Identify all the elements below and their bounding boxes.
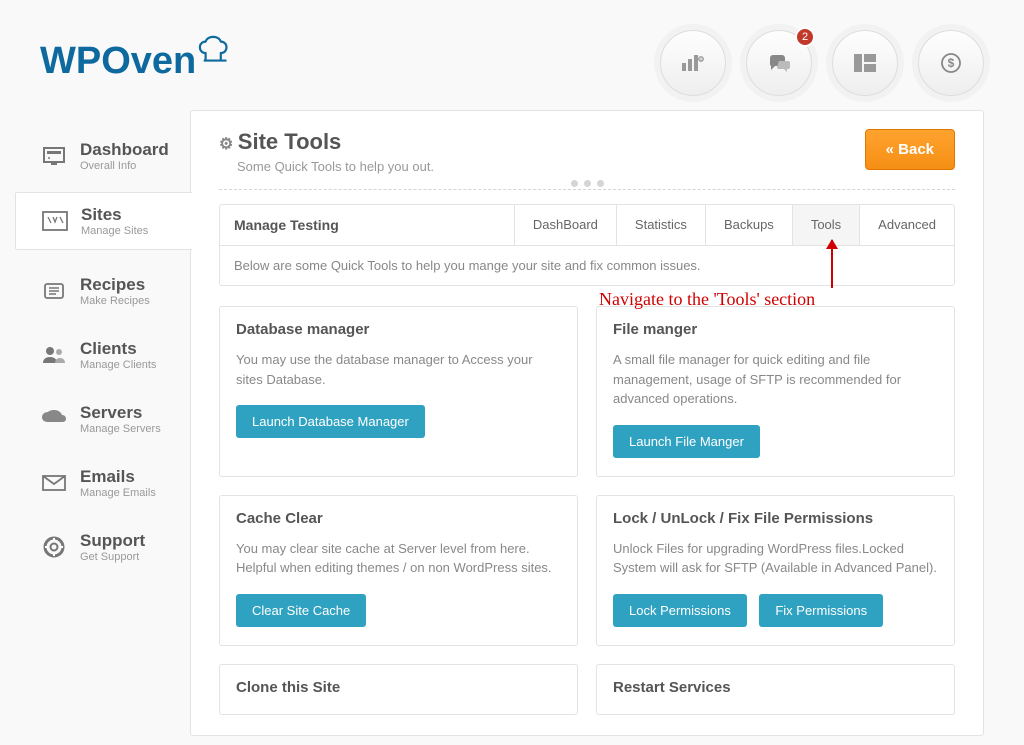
- support-icon: [40, 531, 68, 563]
- nav-sub: Manage Emails: [80, 487, 156, 499]
- recipes-icon: [40, 275, 68, 307]
- tool-cache-clear: Cache Clear You may clear site cache at …: [219, 495, 578, 646]
- tab-backups[interactable]: Backups: [705, 205, 792, 245]
- tool-desc: Unlock Files for upgrading WordPress fil…: [613, 539, 938, 578]
- main-panel: Site Tools Some Quick Tools to help you …: [190, 110, 984, 736]
- nav-sub: Manage Clients: [80, 359, 156, 371]
- messages-icon[interactable]: 2: [746, 30, 812, 96]
- sidebar: DashboardOverall Info SitesManage Sites …: [0, 110, 190, 736]
- tab-advanced[interactable]: Advanced: [859, 205, 954, 245]
- emails-icon: [40, 467, 68, 499]
- launch-db-button[interactable]: Launch Database Manager: [236, 405, 425, 438]
- nav-sub: Manage Sites: [81, 225, 148, 237]
- page-title: Site Tools: [219, 129, 434, 155]
- servers-icon: [40, 403, 68, 435]
- header: WPOven $ 2 $: [0, 0, 1024, 110]
- sites-icon: [41, 205, 69, 237]
- tab-statistics[interactable]: Statistics: [616, 205, 705, 245]
- tool-permissions: Lock / UnLock / Fix File Permissions Unl…: [596, 495, 955, 646]
- notification-badge: 2: [795, 27, 815, 47]
- dashboard-icon: [40, 140, 68, 172]
- nav-label: Sites: [81, 205, 148, 225]
- sidebar-item-support[interactable]: SupportGet Support: [40, 531, 190, 563]
- clients-icon: [40, 339, 68, 371]
- tool-title: Database manager: [236, 321, 561, 338]
- tool-desc: You may use the database manager to Acce…: [236, 350, 561, 389]
- nav-sub: Manage Servers: [80, 423, 161, 435]
- tab-description: Below are some Quick Tools to help you m…: [220, 245, 954, 285]
- layout-icon[interactable]: [832, 30, 898, 96]
- svg-text:$: $: [948, 56, 955, 70]
- finance-icon[interactable]: $: [660, 30, 726, 96]
- nav-label: Dashboard: [80, 140, 169, 160]
- page-subtitle: Some Quick Tools to help you out.: [237, 159, 434, 174]
- nav-label: Support: [80, 531, 145, 551]
- tool-title: Clone this Site: [236, 679, 561, 696]
- brand-text: WPOven: [40, 40, 196, 83]
- nav-sub: Get Support: [80, 551, 145, 563]
- brand-logo: WPOven: [40, 10, 234, 83]
- sidebar-item-servers[interactable]: ServersManage Servers: [40, 403, 190, 435]
- tool-title: Cache Clear: [236, 510, 561, 527]
- tool-database-manager: Database manager You may use the databas…: [219, 306, 578, 477]
- tool-title: Lock / UnLock / Fix File Permissions: [613, 510, 938, 527]
- fix-perm-button[interactable]: Fix Permissions: [759, 594, 883, 627]
- nav-label: Servers: [80, 403, 161, 423]
- clear-cache-button[interactable]: Clear Site Cache: [236, 594, 366, 627]
- launch-file-button[interactable]: Launch File Manger: [613, 425, 760, 458]
- tab-dashboard[interactable]: DashBoard: [514, 205, 616, 245]
- site-label: Manage Testing: [220, 205, 514, 245]
- tool-clone-site: Clone this Site: [219, 664, 578, 715]
- sidebar-item-clients[interactable]: ClientsManage Clients: [40, 339, 190, 371]
- lock-perm-button[interactable]: Lock Permissions: [613, 594, 747, 627]
- sidebar-item-sites[interactable]: SitesManage Sites: [15, 192, 192, 250]
- back-button[interactable]: Back: [865, 129, 955, 170]
- tool-desc: A small file manager for quick editing a…: [613, 350, 938, 409]
- billing-icon[interactable]: $: [918, 30, 984, 96]
- tool-desc: You may clear site cache at Server level…: [236, 539, 561, 578]
- separator-dots: [557, 180, 617, 187]
- header-actions: $ 2 $: [660, 10, 984, 96]
- nav-label: Clients: [80, 339, 156, 359]
- tool-file-manager: File manger A small file manager for qui…: [596, 306, 955, 477]
- nav-label: Recipes: [80, 275, 150, 295]
- nav-label: Emails: [80, 467, 156, 487]
- sidebar-item-dashboard[interactable]: DashboardOverall Info: [40, 140, 190, 172]
- tools-grid: Database manager You may use the databas…: [219, 306, 955, 715]
- nav-sub: Overall Info: [80, 160, 169, 172]
- tab-tools[interactable]: Tools: [792, 205, 859, 245]
- tool-restart-services: Restart Services: [596, 664, 955, 715]
- nav-sub: Make Recipes: [80, 295, 150, 307]
- site-tabs: Manage Testing DashBoard Statistics Back…: [219, 204, 955, 286]
- tool-title: File manger: [613, 321, 938, 338]
- chef-hat-icon: [198, 31, 236, 61]
- sidebar-item-emails[interactable]: EmailsManage Emails: [40, 467, 190, 499]
- tool-title: Restart Services: [613, 679, 938, 696]
- sidebar-item-recipes[interactable]: RecipesMake Recipes: [40, 275, 190, 307]
